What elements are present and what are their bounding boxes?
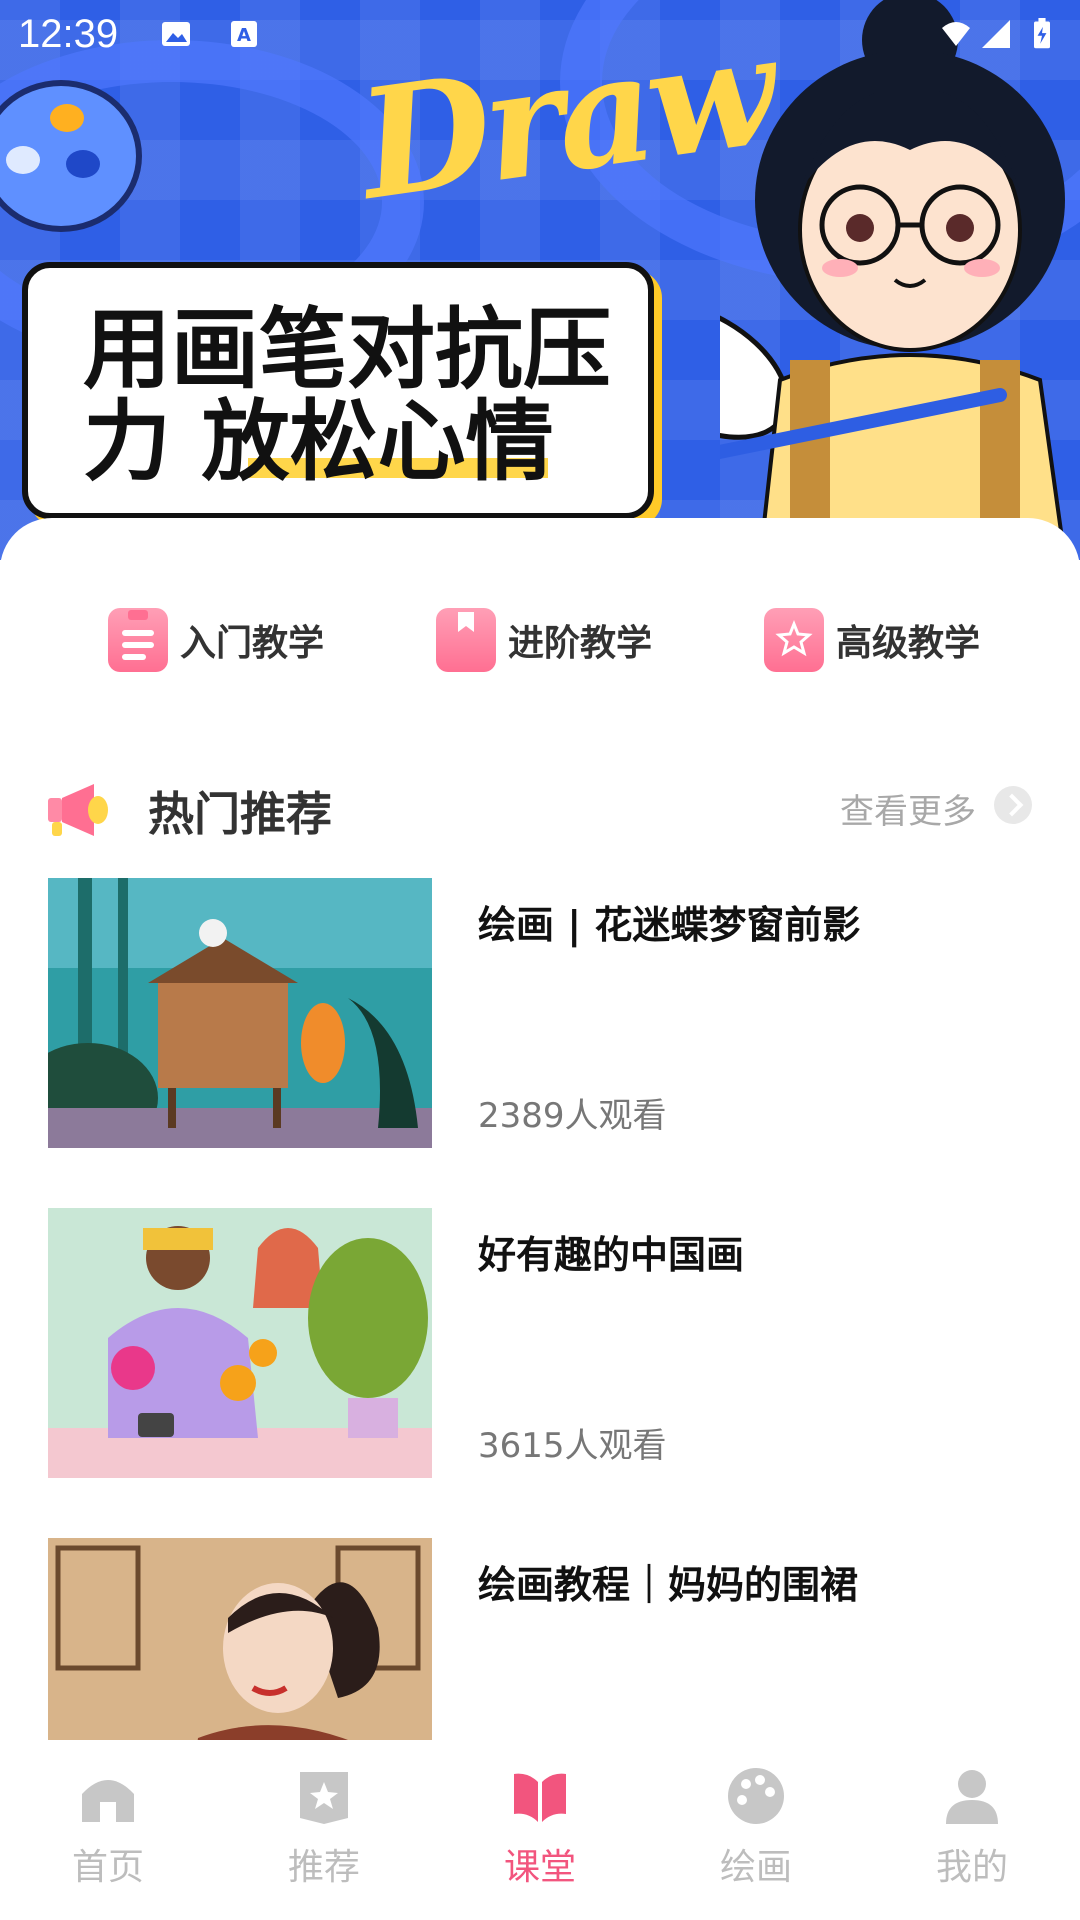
course-item[interactable]: 好有趣的中国画 3615人观看 (48, 1208, 1032, 1478)
star-badge-icon (764, 608, 824, 672)
category-expert[interactable]: 高级教学 (764, 600, 980, 680)
battery-icon (1034, 18, 1050, 49)
category-advanced[interactable]: 进阶教学 (436, 600, 652, 680)
tab-recommend[interactable]: 推荐 (216, 1740, 432, 1920)
tab-label: 首页 (71, 1847, 144, 1888)
home-icon (82, 1780, 134, 1822)
category-label: 进阶教学 (508, 623, 653, 664)
slogan-line-1: 用画笔对抗压 (83, 298, 612, 401)
banner-curve (0, 518, 1080, 560)
megaphone-icon (48, 784, 108, 836)
accessibility-a-icon: A (231, 21, 257, 47)
clipboard-icon (108, 608, 168, 672)
signal-icon (982, 20, 1010, 48)
category-label: 高级教学 (836, 623, 981, 664)
course-title: 好有趣的中国画 (478, 1233, 745, 1277)
course-title: 绘画 | 花迷蝶梦窗前影 (478, 903, 861, 947)
tab-home[interactable]: 首页 (0, 1740, 216, 1920)
category-row: 入门教学 进阶教学 高级教学 (0, 600, 1080, 680)
section-title: 热门推荐 (148, 787, 332, 841)
see-more-link[interactable]: 查看更多 (840, 784, 976, 833)
palette-icon (728, 1768, 784, 1824)
course-item[interactable]: 绘画 | 花迷蝶梦窗前影 2389人观看 (48, 878, 1032, 1148)
hero-banner[interactable]: Draw 用画笔对抗压 力 放松心情 (0, 0, 1080, 560)
hot-section-header: 热门推荐 查看更多 (0, 770, 1080, 850)
chevron-right-icon[interactable] (994, 786, 1032, 824)
status-bar: 12:39 A (0, 0, 1080, 70)
tab-mine[interactable]: 我的 (864, 1740, 1080, 1920)
image-icon (162, 22, 190, 46)
star-bookmark-icon (300, 1772, 348, 1824)
course-thumbnail (48, 878, 432, 1148)
tab-label: 推荐 (287, 1847, 360, 1888)
status-time: 12:39 (18, 12, 119, 56)
category-label: 入门教学 (180, 623, 325, 664)
bookmark-book-icon (436, 608, 496, 672)
course-thumbnail (48, 1208, 432, 1478)
tab-classroom[interactable]: 课堂 (432, 1740, 648, 1920)
course-views: 3615人观看 (478, 1426, 667, 1466)
app-screen: Draw 用画笔对抗压 力 放松心情 12:39 A 入门教学 进阶教学 高级教… (0, 0, 1080, 1920)
category-beginner[interactable]: 入门教学 (108, 600, 324, 680)
girl-illustration (720, 0, 1068, 560)
tab-label: 课堂 (503, 1847, 576, 1888)
svg-text:A: A (237, 25, 251, 46)
user-icon (946, 1770, 998, 1824)
slogan-line-2: 力 放松心情 (83, 390, 554, 493)
course-title: 绘画教程｜妈妈的围裙 (478, 1563, 859, 1607)
course-views: 2389人观看 (478, 1096, 667, 1136)
wifi-icon (942, 22, 970, 46)
tab-painting[interactable]: 绘画 (648, 1740, 864, 1920)
banner-slogan-card: 用画笔对抗压 力 放松心情 (22, 262, 654, 519)
open-book-icon (514, 1773, 566, 1822)
bottom-nav: 首页 推荐 课堂 绘画 我的 (0, 1740, 1080, 1920)
tab-label: 绘画 (719, 1847, 792, 1888)
tab-label: 我的 (935, 1847, 1008, 1888)
